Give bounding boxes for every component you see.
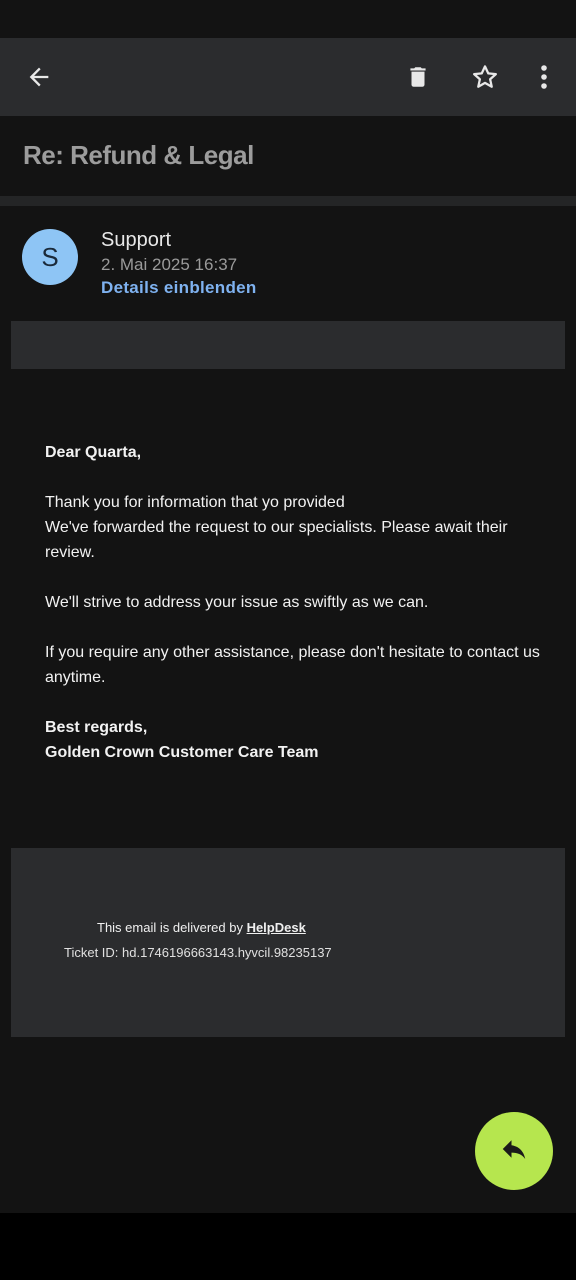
email-date: 2. Mai 2025 16:37 — [101, 255, 238, 274]
email-subject: Re: Refund & Legal — [23, 140, 254, 170]
team-name: Golden Crown Customer Care Team — [45, 744, 319, 761]
signoff: Best regards, — [45, 719, 148, 736]
more-vert-icon[interactable] — [516, 38, 572, 116]
status-bar — [0, 0, 576, 38]
ticket-id: Ticket ID: hd.1746196663143.hyvcil.98235… — [64, 945, 332, 960]
top-toolbar — [0, 38, 576, 116]
body-line: We'll strive to address your issue as sw… — [45, 594, 429, 611]
avatar[interactable]: S — [22, 229, 78, 285]
star-icon[interactable] — [457, 38, 513, 116]
sender-name: Support — [101, 229, 172, 251]
helpdesk-link[interactable]: HelpDesk — [247, 920, 306, 935]
show-details-link[interactable]: Details einblenden — [101, 278, 257, 298]
greeting: Dear Quarta, — [45, 444, 142, 461]
delivered-prefix: This email is delivered by — [97, 920, 247, 935]
trash-icon[interactable] — [390, 38, 446, 116]
reply-icon — [499, 1134, 529, 1169]
body-line: If you require any other assistance, ple… — [45, 644, 540, 686]
email-footer — [11, 848, 565, 1037]
delivered-by: This email is delivered by HelpDesk — [97, 920, 306, 935]
body-line: We've forwarded the request to our speci… — [45, 519, 508, 561]
back-arrow-icon[interactable] — [11, 38, 67, 116]
email-body: Dear Quarta, Thank you for information t… — [45, 440, 545, 790]
divider — [0, 196, 576, 206]
system-nav-bar — [0, 1213, 576, 1280]
avatar-letter: S — [41, 241, 59, 272]
body-line: Thank you for information that yo provid… — [45, 494, 345, 511]
reply-button[interactable] — [475, 1112, 553, 1190]
email-header-banner — [11, 321, 565, 369]
